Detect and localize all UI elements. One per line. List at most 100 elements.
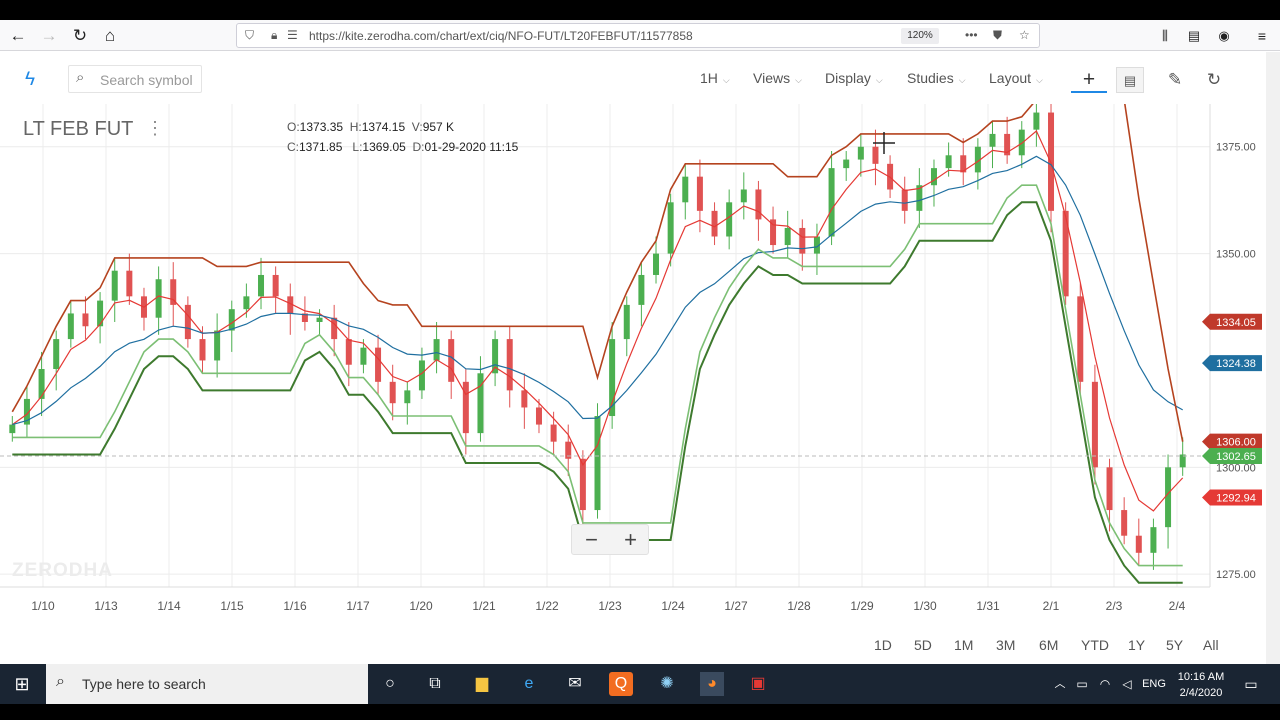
pocket-icon[interactable]: ⛊ [993, 28, 1002, 43]
crosshair-icon[interactable]: + [1071, 67, 1107, 93]
volume-label: V: [411, 120, 423, 134]
url-text[interactable]: https://kite.zerodha.com/chart/ext/ciq/N… [309, 29, 693, 43]
zoom-out-button[interactable]: − [572, 527, 611, 553]
candle-body [433, 339, 440, 361]
clock[interactable]: 10:16 AM 2/4/2020 [1172, 669, 1230, 701]
reset-icon[interactable]: ↻ [1200, 67, 1228, 93]
range-all[interactable]: All [1203, 637, 1219, 653]
scrollbar[interactable] [1266, 52, 1280, 664]
x-tick-label: 1/24 [661, 599, 685, 613]
recorder-icon[interactable]: ▣ [746, 672, 770, 696]
candle-body [477, 373, 484, 434]
candle-body [594, 416, 601, 511]
reload-icon[interactable]: ↻ [68, 24, 92, 48]
cortana-icon[interactable]: ○ [378, 672, 402, 696]
search-symbol-input[interactable]: ⌕ Search symbol [68, 65, 202, 93]
range-ytd[interactable]: YTD [1081, 637, 1109, 653]
url-bar[interactable]: ⛉ 🔒︎ ☰ https://kite.zerodha.com/chart/ex… [236, 23, 1040, 48]
candle-body [155, 279, 162, 318]
candle-body [404, 390, 411, 404]
x-tick-label: 1/21 [472, 599, 496, 613]
x-tick-label: 1/30 [913, 599, 937, 613]
chart-area[interactable]: 1/10 1/13 1/14 1/15 1/16 1/17 1/20 1/21 1/22 1/23… [0, 104, 1266, 631]
zoom-level[interactable]: 120% [901, 28, 939, 44]
candle-body [184, 304, 191, 340]
range-5d[interactable]: 5D [914, 637, 932, 653]
x-tick-label: 1/14 [157, 599, 181, 613]
x-tick-label: 1/20 [409, 599, 433, 613]
ema-slow-line [12, 155, 1183, 426]
candle-body [418, 360, 425, 391]
more-icon[interactable]: ••• [965, 28, 978, 42]
settings-app-icon[interactable]: ✺ [655, 672, 679, 696]
candle-body [67, 313, 74, 340]
candle-body [521, 390, 528, 408]
candle-body [38, 369, 45, 399]
task-view-icon[interactable]: ⧉ [423, 672, 447, 696]
candle-body [243, 296, 250, 310]
range-1d[interactable]: 1D [874, 637, 892, 653]
kebab-menu-icon[interactable]: ⋮ [146, 118, 164, 139]
library-icon[interactable]: ⫼ [1153, 24, 1177, 48]
price-label-text: 1324.38 [1216, 358, 1256, 370]
lightning-icon[interactable]: ϟ [16, 67, 44, 93]
studies-menu[interactable]: Studies ⌵ [907, 70, 966, 86]
candle-body [111, 270, 118, 301]
x-tick-label: 1/23 [598, 599, 622, 613]
clock-date: 2/4/2020 [1179, 687, 1223, 699]
file-explorer-icon[interactable]: ▆ [470, 672, 494, 696]
x-tick-label: 1/17 [346, 599, 370, 613]
candle-body [901, 189, 908, 211]
chart-toolbar: ϟ ⌕ Search symbol 1H ⌵ Views ⌵ Display ⌵ St… [0, 52, 1266, 104]
close-label: C: [287, 140, 299, 154]
range-1y[interactable]: 1Y [1128, 637, 1145, 653]
windows-start-icon[interactable]: ⊞ [10, 672, 34, 696]
candle-body [726, 202, 733, 237]
display-menu[interactable]: Display ⌵ [825, 70, 883, 86]
firefox-icon[interactable]: ◕ [700, 672, 724, 696]
x-tick-label: 2/3 [1106, 599, 1123, 613]
range-5y[interactable]: 5Y [1166, 637, 1183, 653]
candle-body [389, 381, 396, 404]
studies-label: Studies [907, 70, 954, 86]
close-value: 1371.85 [299, 140, 343, 154]
taskbar-search-box[interactable]: ⌕ Type here to search [46, 664, 368, 704]
edge-icon[interactable]: e [517, 672, 541, 696]
y-tick-label: 1275.00 [1216, 569, 1256, 581]
chevron-down-icon: ⌵ [795, 75, 802, 85]
lock-icon[interactable]: 🔒︎ [271, 28, 277, 43]
back-icon[interactable]: ← [6, 24, 30, 48]
zoom-in-button[interactable]: + [611, 527, 650, 553]
bookmark-star-icon[interactable]: ☆ [1019, 28, 1030, 42]
battery-icon[interactable]: ▭ [1070, 672, 1094, 696]
range-3m[interactable]: 3M [996, 637, 1015, 653]
draw-pencil-icon[interactable]: ✎ [1161, 67, 1189, 93]
language-indicator[interactable]: ENG [1138, 672, 1170, 696]
sidebar-icon[interactable]: ▤ [1182, 24, 1206, 48]
forward-icon[interactable]: → [37, 24, 61, 48]
views-menu[interactable]: Views ⌵ [753, 70, 802, 86]
interval-menu[interactable]: 1H ⌵ [700, 70, 730, 86]
layout-menu[interactable]: Layout ⌵ [989, 70, 1043, 86]
shield-icon[interactable]: ⛉ [245, 28, 254, 43]
candle-body [799, 227, 806, 254]
wifi-icon[interactable]: ◠ [1093, 672, 1117, 696]
windows-taskbar: ⊞ ⌕ Type here to search ○ ⧉ ▆ e ✉ Q ✺ ◕ … [0, 664, 1280, 704]
chevron-down-icon: ⌵ [1036, 75, 1043, 85]
app-q-icon[interactable]: Q [609, 672, 633, 696]
range-1m[interactable]: 1M [954, 637, 973, 653]
permissions-icon[interactable]: ☰ [287, 28, 298, 42]
mail-icon[interactable]: ✉ [563, 672, 587, 696]
home-icon[interactable]: ⌂ [98, 24, 122, 48]
x-tick-label: 1/10 [31, 599, 55, 613]
notifications-icon[interactable]: ▭ [1239, 672, 1263, 696]
candle-body [550, 424, 557, 442]
interval-label: 1H [700, 70, 718, 86]
volume-icon[interactable]: ◁ [1115, 672, 1139, 696]
menu-icon[interactable]: ≡ [1250, 24, 1274, 48]
x-tick-label: 1/28 [787, 599, 811, 613]
comment-icon[interactable]: ▤ [1116, 67, 1144, 93]
range-6m[interactable]: 6M [1039, 637, 1058, 653]
chevron-up-icon[interactable]: ︿ [1048, 672, 1072, 696]
account-icon[interactable]: ◉ [1212, 24, 1236, 48]
